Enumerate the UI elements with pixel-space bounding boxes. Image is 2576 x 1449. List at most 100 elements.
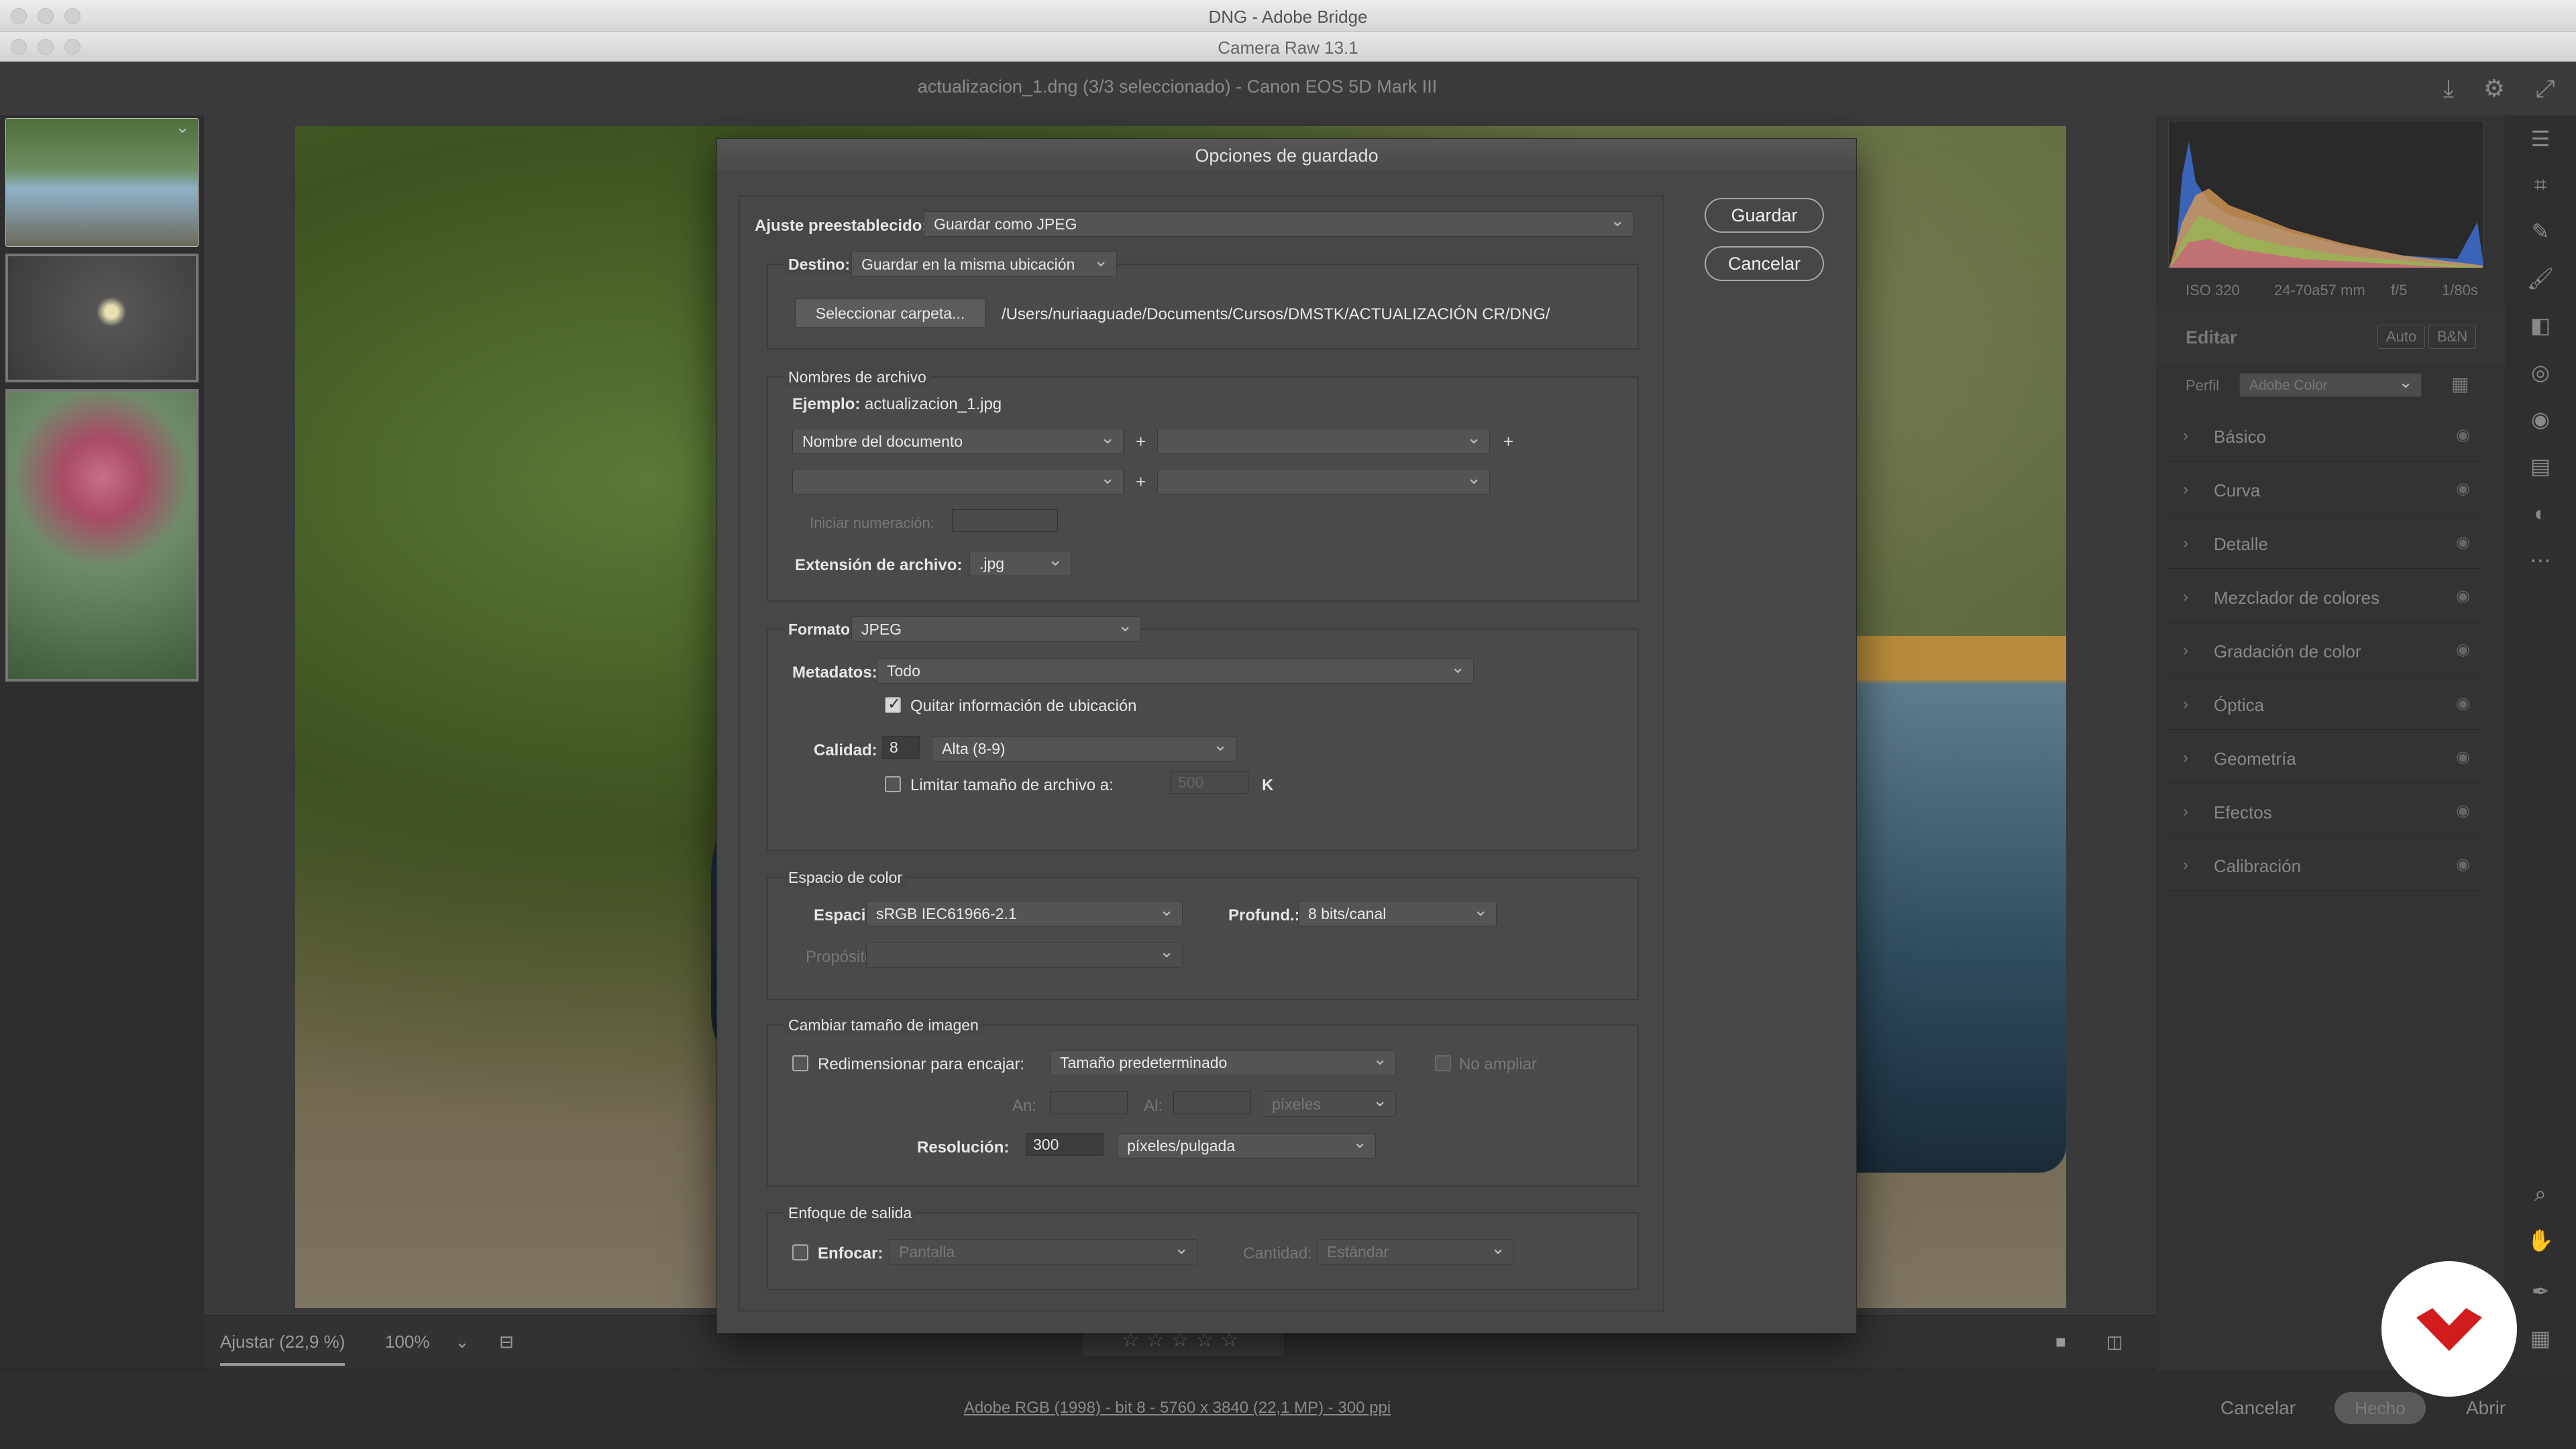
space-select[interactable]: sRGB IEC61966-2.1 (866, 901, 1183, 926)
panel-section[interactable]: › Óptica ◉ (2168, 679, 2483, 730)
resolution-unit-select[interactable]: píxeles/pulgada (1117, 1133, 1376, 1159)
thumbnail-car[interactable] (5, 118, 199, 247)
quality-input[interactable]: 8 (882, 736, 920, 759)
redeye-icon[interactable]: ◉ (2525, 404, 2556, 435)
height-input[interactable] (1173, 1091, 1251, 1114)
format-select[interactable]: JPEG (851, 616, 1141, 642)
filename-field-4[interactable] (1157, 469, 1490, 494)
panel-section-label: Mezclador de colores (2214, 588, 2380, 608)
filename-field-3[interactable] (792, 469, 1124, 494)
brush-icon[interactable]: 🖌 (2525, 263, 2556, 294)
zoom-100-option[interactable]: 100% (385, 1332, 430, 1352)
depth-select[interactable]: 8 bits/canal (1298, 901, 1497, 926)
profile-browser-icon[interactable]: ▦ (2451, 373, 2469, 395)
single-view-icon[interactable]: ■ (2055, 1332, 2066, 1352)
limit-size-checkbox[interactable] (885, 776, 901, 792)
panel-section[interactable]: › Detalle ◉ (2168, 518, 2483, 569)
radial-icon[interactable]: ◎ (2525, 357, 2556, 388)
panel-section[interactable]: › Calibración ◉ (2168, 840, 2483, 891)
chevron-right-icon: › (2183, 534, 2188, 552)
more-icon[interactable]: ⋯ (2525, 545, 2556, 576)
resize-fit-label: Redimensionar para encajar: (818, 1055, 1025, 1073)
save-button[interactable]: Guardar (1705, 198, 1824, 233)
resolution-input[interactable]: 300 (1026, 1133, 1104, 1156)
snapshots-icon[interactable]: ▤ (2525, 451, 2556, 482)
sharpen-checkbox[interactable] (792, 1244, 808, 1260)
eye-icon[interactable]: ◉ (2456, 586, 2470, 606)
eye-icon[interactable]: ◉ (2456, 425, 2470, 445)
eyedropper-icon[interactable]: ✒ (2525, 1276, 2556, 1307)
panel-section[interactable]: › Básico ◉ (2168, 411, 2483, 462)
zoom-dropdown-icon[interactable]: ⌄ (455, 1332, 470, 1352)
chevron-right-icon: › (2183, 480, 2188, 498)
edit-sliders-icon[interactable]: ☰ (2525, 123, 2556, 154)
no-enlarge-checkbox[interactable] (1435, 1055, 1451, 1071)
thumbnail-lilies[interactable] (5, 389, 199, 682)
panel-section[interactable]: › Efectos ◉ (2168, 786, 2483, 837)
eye-icon[interactable]: ◉ (2456, 855, 2470, 874)
hand-tool-icon[interactable]: ✋ (2525, 1225, 2556, 1256)
fullscreen-icon[interactable]: ⤢ (2530, 74, 2560, 103)
workflow-options-link[interactable]: Adobe RGB (1998) - bit 8 - 5760 x 3840 (… (0, 1399, 2355, 1417)
crop-icon[interactable]: ⌗ (2525, 169, 2556, 200)
eye-icon[interactable]: ◉ (2456, 640, 2470, 659)
before-after-icon[interactable]: ◫ (2106, 1332, 2123, 1352)
cancel-button[interactable]: Cancelar (1705, 246, 1824, 281)
destination-select[interactable]: Guardar en la misma ubicación (851, 252, 1117, 277)
done-button[interactable]: Hecho (2334, 1392, 2426, 1424)
bridge-title-bar: DNG - Adobe Bridge (0, 0, 2576, 32)
panel-section[interactable]: › Geometría ◉ (2168, 733, 2483, 784)
example-label: Ejemplo: (792, 395, 861, 413)
grid-icon[interactable]: ▦ (2525, 1323, 2556, 1354)
sharpen-select[interactable]: Pantalla (889, 1239, 1197, 1265)
sharpen-title: Enfoque de salida (784, 1204, 916, 1222)
save-image-icon[interactable]: ⤓ (2434, 74, 2463, 103)
filename-field-2[interactable] (1157, 429, 1490, 454)
zoom-tool-icon[interactable]: ⌕ (2525, 1178, 2556, 1209)
select-folder-button[interactable]: Seleccionar carpeta... (795, 299, 985, 328)
chevron-right-icon: › (2183, 695, 2188, 713)
panel-section[interactable]: › Curva ◉ (2168, 464, 2483, 515)
filename-field-1[interactable]: Nombre del documento (792, 429, 1124, 454)
remove-location-checkbox[interactable] (885, 694, 901, 714)
preset-select[interactable]: Guardar como JPEG (924, 211, 1633, 237)
main-cancel-button[interactable]: Cancelar (2220, 1397, 2296, 1419)
auto-button[interactable]: Auto (2377, 325, 2426, 349)
resize-checkbox[interactable] (792, 1055, 808, 1071)
limit-size-input[interactable]: 500 (1171, 771, 1248, 794)
gradient-icon[interactable]: ◧ (2525, 310, 2556, 341)
format-label: Formato: (784, 621, 859, 639)
compare-icon[interactable]: ⊟ (499, 1332, 514, 1352)
width-input[interactable] (1050, 1091, 1128, 1114)
open-button[interactable]: Abrir (2466, 1397, 2506, 1419)
amount-select[interactable]: Estándar (1317, 1239, 1514, 1265)
bw-button[interactable]: B&N (2428, 325, 2477, 349)
gear-icon[interactable]: ⚙ (2479, 74, 2509, 103)
metadata-select[interactable]: Todo (877, 658, 1474, 684)
resize-fit-select[interactable]: Tamaño predeterminado (1050, 1050, 1396, 1075)
quality-preset-select[interactable]: Alta (8-9) (932, 736, 1236, 761)
eye-icon[interactable]: ◉ (2456, 694, 2470, 713)
panel-section-label: Efectos (2214, 802, 2272, 822)
panel-section[interactable]: › Mezclador de colores ◉ (2168, 572, 2483, 623)
profile-select[interactable]: Adobe Color (2239, 373, 2422, 397)
panel-section[interactable]: › Gradación de color ◉ (2168, 625, 2483, 676)
extension-select[interactable]: .jpg (969, 551, 1071, 576)
thumbnail-flower-ground[interactable] (5, 254, 199, 382)
profile-row: Perfil Adobe Color ▦ (2156, 364, 2505, 411)
intent-select[interactable] (866, 943, 1183, 968)
eye-icon[interactable]: ◉ (2456, 479, 2470, 498)
start-numbering-input[interactable] (952, 509, 1058, 532)
filenames-group: Nombres de archivo Ejemplo: actualizacio… (767, 368, 1639, 602)
eye-icon[interactable]: ◉ (2456, 801, 2470, 820)
presets-icon[interactable]: ◐ (2525, 498, 2556, 529)
eye-icon[interactable]: ◉ (2456, 533, 2470, 552)
healing-icon[interactable]: ✎ (2525, 216, 2556, 247)
fit-zoom-option[interactable]: Ajustar (22,9 %) (220, 1332, 345, 1366)
size-unit-select[interactable]: píxeles (1262, 1091, 1396, 1117)
destination-label: Destino: (784, 256, 854, 274)
eye-icon[interactable]: ◉ (2456, 747, 2470, 767)
destination-group: Destino: Guardar en la misma ubicación S… (767, 252, 1639, 350)
sharpen-label: Enfocar: (818, 1244, 883, 1263)
remove-location-label: Quitar información de ubicación (910, 697, 1137, 715)
